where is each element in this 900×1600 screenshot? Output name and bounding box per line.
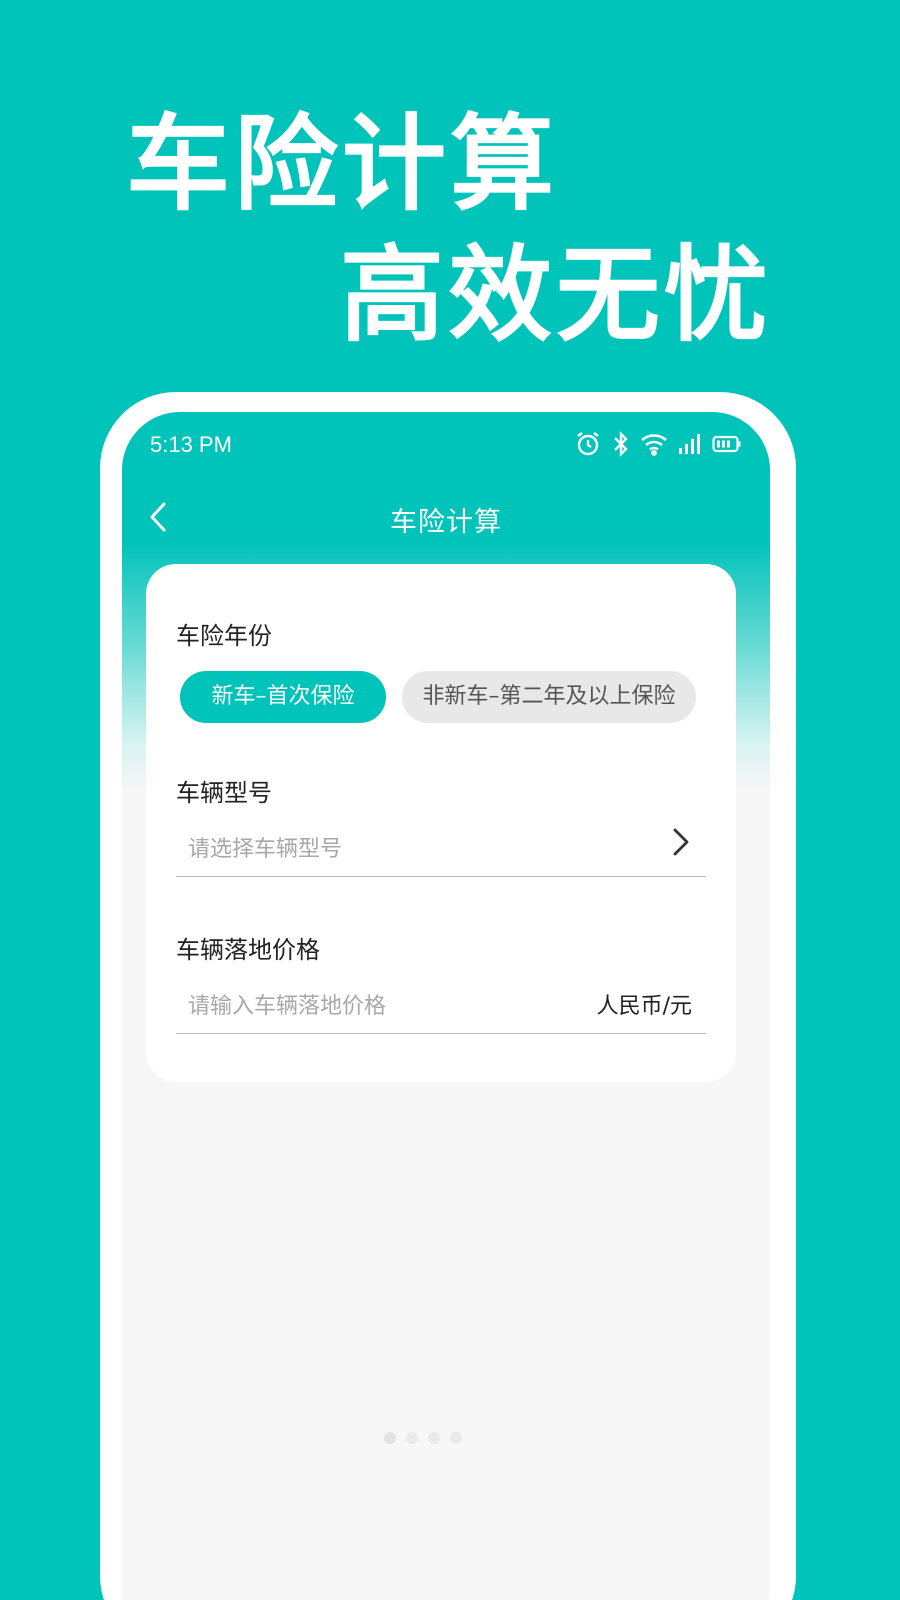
vehicle-model-select[interactable]: 请选择车辆型号 <box>176 819 706 877</box>
promo-headline-line1: 车险计算 <box>126 103 559 225</box>
page-indicator <box>384 1432 462 1444</box>
signal-icon <box>678 433 702 455</box>
promo-headline-line2: 高效无忧 <box>340 234 773 356</box>
wifi-icon <box>640 432 668 456</box>
bluetooth-icon <box>612 431 630 457</box>
vehicle-price-label: 车辆落地价格 <box>176 936 320 964</box>
chevron-right-icon[interactable] <box>670 825 692 863</box>
status-bar: 5:13 PM <box>122 412 770 474</box>
vehicle-model-placeholder: 请选择车辆型号 <box>188 837 343 862</box>
alarm-icon <box>574 430 602 458</box>
form-card: 车险年份 新车–首次保险 非新车–第二年及以上保险 车辆型号 请选择车辆型号 车… <box>146 564 736 1082</box>
page-dot <box>406 1432 418 1444</box>
page-dot <box>450 1432 462 1444</box>
option-used-car-button[interactable]: 非新车–第二年及以上保险 <box>402 671 696 723</box>
vehicle-price-placeholder: 请输入车辆落地价格 <box>188 994 387 1019</box>
battery-icon <box>712 434 742 454</box>
insurance-year-label: 车险年份 <box>176 622 272 650</box>
nav-bar: 车险计算 <box>122 492 770 542</box>
vehicle-model-label: 车辆型号 <box>176 779 272 807</box>
price-unit-label: 人民币/元 <box>596 994 692 1019</box>
vehicle-price-input[interactable]: 请输入车辆落地价格 人民币/元 <box>176 976 706 1034</box>
status-time: 5:13 PM <box>150 432 232 457</box>
page-title: 车险计算 <box>390 507 502 538</box>
page-dot <box>384 1432 396 1444</box>
phone-screen: 5:13 PM 车险计算 车险年份 新车–首次保险 非新车–第二年及以上保险 车… <box>122 412 770 1600</box>
option-new-car-button[interactable]: 新车–首次保险 <box>180 671 386 723</box>
status-icons <box>574 430 742 458</box>
page-dot <box>428 1432 440 1444</box>
